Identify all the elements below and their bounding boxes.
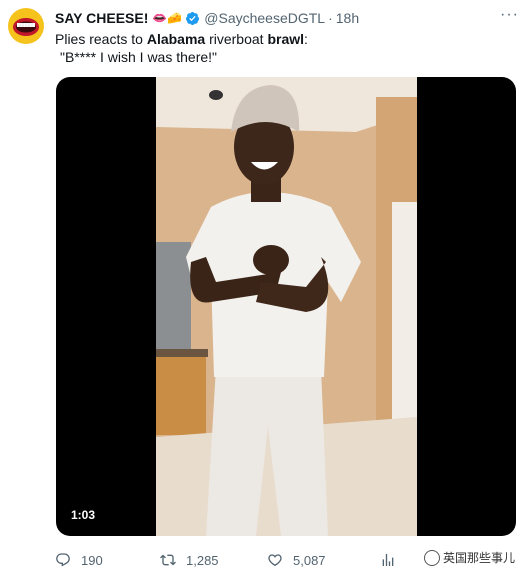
tweet-card[interactable]: SAY CHEESE! 👄🧀 @SaycheeseDGTL · 18h ··· … [0, 0, 529, 582]
retweet-icon [160, 554, 176, 566]
tweet-line-1: Plies reacts to Alabama riverboat brawl: [55, 30, 308, 48]
video-duration: 1:03 [66, 506, 101, 524]
retweet-button[interactable]: 1,285 [160, 552, 219, 568]
separator: · [328, 10, 333, 26]
name-emojis: 👄🧀 [152, 11, 183, 25]
like-count: 5,087 [293, 552, 326, 568]
text-segment: : [304, 31, 308, 47]
video-frame [156, 77, 417, 536]
reply-count: 190 [81, 552, 103, 568]
text-bold-segment: brawl [267, 31, 305, 47]
watermark: 英国那些事儿 [423, 549, 515, 566]
analytics-icon [382, 554, 394, 566]
text-segment: Plies reacts to [55, 31, 147, 47]
reply-icon [56, 553, 70, 567]
retweet-count: 1,285 [186, 552, 219, 568]
verified-badge-icon [185, 11, 200, 26]
handle[interactable]: @SaycheeseDGTL [204, 10, 325, 27]
tweet-text: Plies reacts to Alabama riverboat brawl:… [55, 30, 308, 66]
views-button[interactable] [380, 552, 406, 568]
tweet-header: SAY CHEESE! 👄🧀 @SaycheeseDGTL · 18h [55, 10, 359, 27]
reply-button[interactable]: 190 [55, 552, 103, 568]
like-button[interactable]: 5,087 [267, 552, 326, 568]
tweet-line-2: "B**** I wish I was there!" [60, 49, 218, 65]
text-bold-segment: Alabama [146, 31, 206, 47]
more-icon[interactable]: ··· [500, 6, 519, 24]
timestamp[interactable]: 18h [336, 10, 359, 27]
mouth-logo-icon [13, 18, 39, 36]
display-name[interactable]: SAY CHEESE! [55, 10, 148, 27]
watermark-logo-icon [423, 549, 440, 566]
watermark-text: 英国那些事儿 [442, 551, 515, 565]
avatar[interactable] [8, 8, 44, 44]
heart-icon [268, 554, 282, 567]
video-player[interactable]: 1:03 [56, 77, 516, 536]
text-segment: riverboat [205, 31, 268, 47]
